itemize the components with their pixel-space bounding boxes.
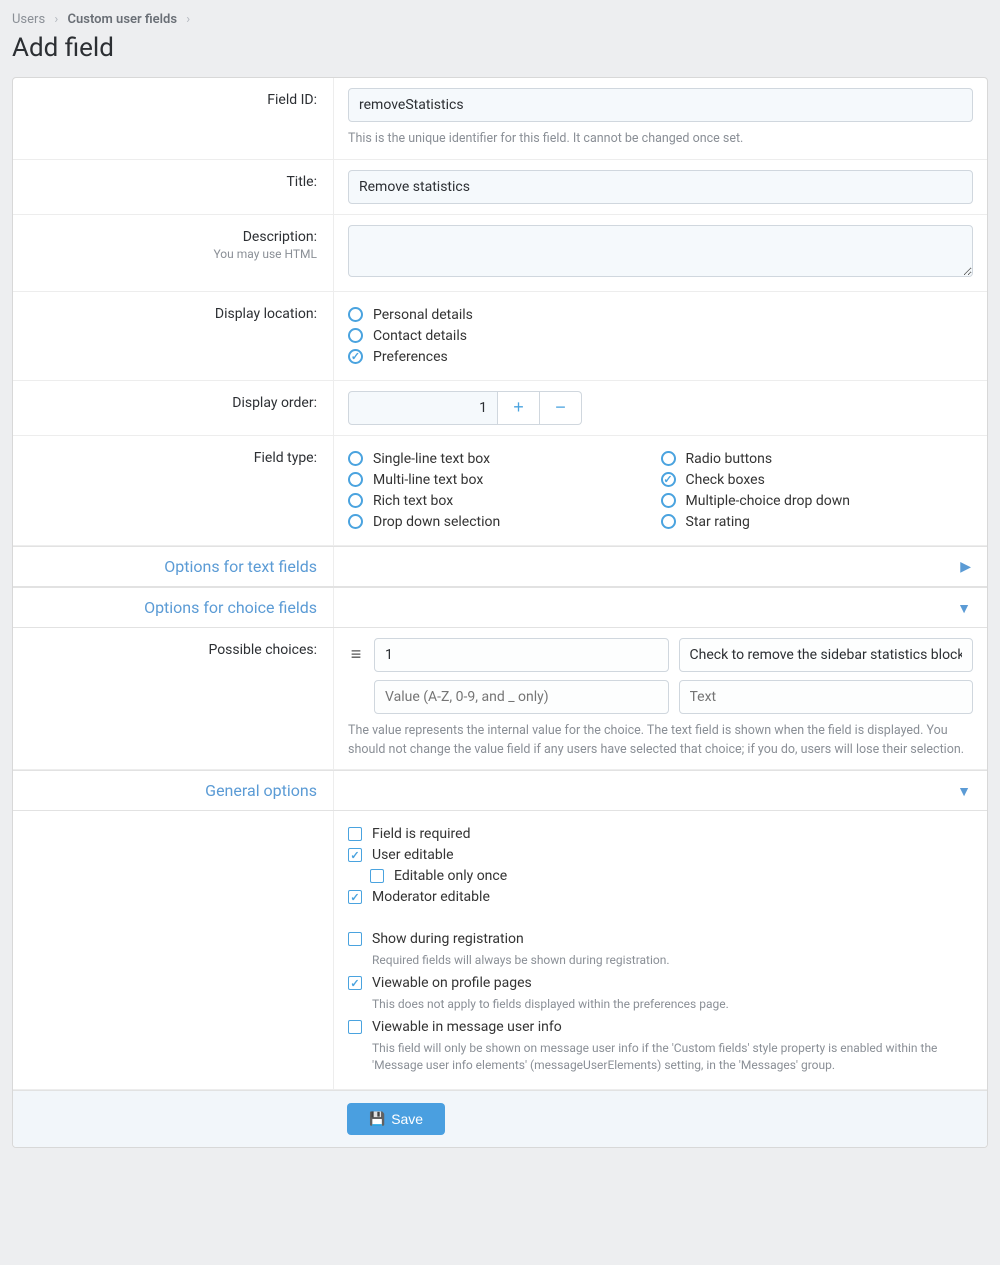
form-panel: Field ID: This is the unique identifier … bbox=[12, 77, 988, 1148]
label-field-id: Field ID: bbox=[13, 78, 333, 159]
radio-personal-details[interactable]: Personal details bbox=[348, 307, 973, 323]
chevron-right-icon: ▶ bbox=[960, 559, 971, 575]
checkbox-icon bbox=[348, 976, 362, 990]
checkbox-icon bbox=[348, 827, 362, 841]
radio-icon bbox=[348, 493, 363, 508]
sub-viewable-profile: This does not apply to fields displayed … bbox=[372, 996, 973, 1013]
radio-icon bbox=[348, 451, 363, 466]
radio-single-line[interactable]: Single-line text box bbox=[348, 451, 661, 467]
label-display-location: Display location: bbox=[13, 292, 333, 380]
drag-handle-icon[interactable]: ≡ bbox=[348, 644, 364, 665]
radio-icon bbox=[348, 472, 363, 487]
choice-value-input[interactable] bbox=[374, 638, 669, 672]
chevron-down-icon: ▼ bbox=[957, 783, 971, 800]
radio-icon bbox=[661, 472, 676, 487]
breadcrumb-custom-fields[interactable]: Custom user fields bbox=[68, 12, 178, 27]
display-order-input[interactable] bbox=[348, 391, 498, 425]
check-viewable-message[interactable]: Viewable in message user info bbox=[348, 1019, 973, 1035]
description-textarea[interactable] bbox=[348, 225, 973, 277]
checkbox-icon bbox=[348, 890, 362, 904]
checkbox-icon bbox=[370, 869, 384, 883]
radio-multi-line[interactable]: Multi-line text box bbox=[348, 472, 661, 488]
increment-button[interactable]: + bbox=[498, 391, 540, 425]
choice-text-input-empty[interactable] bbox=[679, 680, 974, 714]
hint-choices: The value represents the internal value … bbox=[348, 722, 973, 760]
minus-icon: − bbox=[555, 397, 566, 418]
chevron-right-icon: › bbox=[186, 12, 190, 27]
check-field-required[interactable]: Field is required bbox=[348, 826, 973, 842]
form-footer: 💾 Save bbox=[13, 1090, 987, 1147]
section-general-options[interactable]: General options ▼ bbox=[13, 770, 987, 811]
sub-show-registration: Required fields will always be shown dur… bbox=[372, 952, 973, 969]
title-input[interactable] bbox=[348, 170, 973, 204]
radio-contact-details[interactable]: Contact details bbox=[348, 328, 973, 344]
section-choice-fields[interactable]: Options for choice fields ▼ bbox=[13, 587, 987, 628]
label-possible-choices: Possible choices: bbox=[13, 628, 333, 770]
radio-icon bbox=[661, 514, 676, 529]
check-editable-once[interactable]: Editable only once bbox=[370, 868, 973, 884]
chevron-right-icon: › bbox=[54, 12, 58, 27]
radio-icon bbox=[661, 493, 676, 508]
hint-field-id: This is the unique identifier for this f… bbox=[348, 130, 973, 149]
radio-icon bbox=[348, 328, 363, 343]
label-description: Description: You may use HTML bbox=[13, 215, 333, 291]
label-description-sub: You may use HTML bbox=[29, 247, 317, 261]
choice-row: ≡ bbox=[348, 638, 973, 672]
check-show-registration[interactable]: Show during registration bbox=[348, 931, 973, 947]
label-title: Title: bbox=[13, 160, 333, 214]
label-display-order: Display order: bbox=[13, 381, 333, 435]
radio-check-boxes[interactable]: Check boxes bbox=[661, 472, 974, 488]
breadcrumb: Users › Custom user fields › bbox=[12, 12, 988, 27]
save-icon: 💾 bbox=[369, 1111, 385, 1127]
label-field-type: Field type: bbox=[13, 436, 333, 545]
section-text-fields[interactable]: Options for text fields ▶ bbox=[13, 546, 987, 587]
radio-preferences[interactable]: Preferences bbox=[348, 349, 973, 365]
choice-text-input[interactable] bbox=[679, 638, 974, 672]
choice-value-input-empty[interactable] bbox=[374, 680, 669, 714]
radio-star-rating[interactable]: Star rating bbox=[661, 514, 974, 530]
radio-icon bbox=[661, 451, 676, 466]
radio-icon bbox=[348, 514, 363, 529]
plus-icon: + bbox=[513, 397, 524, 418]
choice-row bbox=[348, 680, 973, 714]
check-user-editable[interactable]: User editable bbox=[348, 847, 973, 863]
radio-icon bbox=[348, 307, 363, 322]
chevron-down-icon: ▼ bbox=[957, 600, 971, 617]
checkbox-icon bbox=[348, 1020, 362, 1034]
radio-dropdown[interactable]: Drop down selection bbox=[348, 514, 661, 530]
checkbox-icon bbox=[348, 932, 362, 946]
radio-rich-text[interactable]: Rich text box bbox=[348, 493, 661, 509]
field-id-input[interactable] bbox=[348, 88, 973, 122]
sub-viewable-message: This field will only be shown on message… bbox=[372, 1040, 973, 1074]
checkbox-icon bbox=[348, 848, 362, 862]
radio-icon bbox=[348, 349, 363, 364]
page-title: Add field bbox=[12, 33, 988, 63]
check-moderator-editable[interactable]: Moderator editable bbox=[348, 889, 973, 905]
radio-multi-dropdown[interactable]: Multiple-choice drop down bbox=[661, 493, 974, 509]
radio-radio-buttons[interactable]: Radio buttons bbox=[661, 451, 974, 467]
save-button[interactable]: 💾 Save bbox=[347, 1103, 445, 1135]
breadcrumb-users[interactable]: Users bbox=[12, 12, 45, 27]
check-viewable-profile[interactable]: Viewable on profile pages bbox=[348, 975, 973, 991]
decrement-button[interactable]: − bbox=[540, 391, 582, 425]
